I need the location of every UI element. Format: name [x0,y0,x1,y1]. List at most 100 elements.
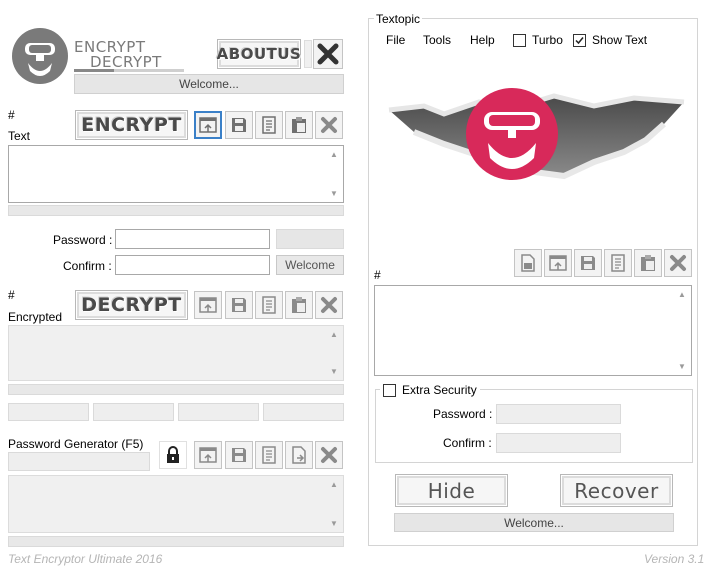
image-file-icon [521,254,535,272]
generator-open-file-button[interactable] [194,441,222,469]
encrypted-scrollbar[interactable]: ▲ ▼ [326,327,342,379]
decrypt-hash-label: # [8,288,15,302]
textopic-welcome-bar: Welcome... [394,513,674,532]
menu-file[interactable]: File [386,33,405,47]
about-us-label: ABOUTUS [216,45,302,63]
torn-paper-mascot-icon [388,88,685,180]
textopic-confirm-input[interactable] [496,433,621,453]
password-generator-label: Password Generator (F5) [8,437,144,451]
clear-icon [321,117,337,133]
encrypted-text-input[interactable]: ▲ ▼ [8,325,344,381]
password-label: Password : [53,233,113,247]
open-file-icon [549,255,567,271]
footer-product-name: Text Encryptor Ultimate 2016 [8,552,163,566]
encrypt-paste-button[interactable] [285,111,313,139]
password-input[interactable] [115,229,270,249]
extra-security-label: Extra Security [402,383,477,397]
decrypt-copy-button[interactable] [255,291,283,319]
open-file-icon [199,117,217,133]
textopic-paste-button[interactable] [634,249,662,277]
save-icon [581,256,595,270]
decrypt-clear-button[interactable] [315,291,343,319]
close-icon [317,43,339,65]
save-icon [232,298,246,312]
encrypt-save-button[interactable] [225,111,253,139]
paste-icon [292,297,306,313]
logo-underline-dark [74,69,114,72]
paste-icon [641,255,655,271]
copy-icon [262,116,276,134]
generator-clear-button[interactable] [315,441,343,469]
save-icon [232,118,246,132]
close-button[interactable] [313,39,343,69]
copy-icon [611,254,625,272]
encrypt-open-file-button[interactable] [194,111,222,139]
text-label: Text [8,129,31,143]
textopic-title: Textopic [374,12,423,26]
textopic-clear-button[interactable] [664,249,692,277]
export-icon [292,446,306,464]
text-scrollbar[interactable]: ▲ ▼ [326,147,342,201]
lock-button[interactable] [159,441,187,469]
textopic-image-button[interactable] [514,249,542,277]
generator-output[interactable]: ▲ ▼ [8,475,344,533]
textopic-open-file-button[interactable] [544,249,572,277]
encrypt-label: ENCRYPT [81,114,182,136]
textopic-confirm-label: Confirm : [443,436,492,450]
welcome-button[interactable]: Welcome [276,255,344,275]
textopic-welcome-text: Welcome... [504,515,564,530]
hash-field-3 [178,403,259,421]
decrypt-paste-button[interactable] [285,291,313,319]
mascot-logo-icon [12,28,68,84]
generator-scrollbar[interactable]: ▲ ▼ [326,477,342,531]
save-icon [232,448,246,462]
copy-icon [262,446,276,464]
divider-bar [304,40,312,68]
hash-field-1 [8,403,89,421]
encrypted-label: Encrypted [8,310,63,324]
decrypt-open-file-button[interactable] [194,291,222,319]
copy-icon [262,296,276,314]
decrypt-button[interactable]: DECRYPT [75,290,188,320]
turbo-checkbox-box[interactable] [513,33,526,47]
turbo-checkbox[interactable]: Turbo [513,33,563,47]
textopic-password-input[interactable] [496,404,621,424]
decrypt-save-button[interactable] [225,291,253,319]
hide-label: Hide [427,478,476,503]
show-text-checkbox-box[interactable] [573,33,586,47]
textopic-hash-label: # [374,268,381,282]
show-text-checkbox[interactable]: Show Text [573,33,647,47]
checkmark-icon [575,36,584,44]
hide-button[interactable]: Hide [395,474,508,507]
textopic-save-button[interactable] [574,249,602,277]
hash-field-2 [93,403,174,421]
recover-label: Recover [574,478,659,503]
recover-button[interactable]: Recover [560,474,673,507]
plain-text-input[interactable]: ▲ ▼ [8,145,344,203]
menu-tools[interactable]: Tools [423,33,451,47]
textopic-image [384,88,689,188]
paste-icon [292,117,306,133]
clear-icon [321,297,337,313]
generator-save-button[interactable] [225,441,253,469]
generator-progress-bar [8,536,344,547]
textopic-copy-button[interactable] [604,249,632,277]
generator-export-button[interactable] [285,441,313,469]
generated-password-field[interactable] [8,452,150,471]
extra-security-checkbox[interactable]: Extra Security [380,383,480,397]
clear-icon [321,447,337,463]
encrypt-copy-button[interactable] [255,111,283,139]
textopic-scrollbar[interactable]: ▲ ▼ [674,287,690,374]
textopic-text-input[interactable]: ▲ ▼ [374,285,692,376]
encrypt-hash-label: # [8,108,15,122]
confirm-input[interactable] [115,255,270,275]
encrypt-clear-button[interactable] [315,111,343,139]
generator-copy-button[interactable] [255,441,283,469]
welcome-status-text: Welcome... [179,77,239,91]
extra-security-checkbox-box[interactable] [383,383,396,397]
about-us-button[interactable]: ABOUTUS [217,39,301,69]
menu-help[interactable]: Help [470,33,495,47]
encrypted-progress-bar [8,384,344,395]
encrypt-button[interactable]: ENCRYPT [75,110,188,140]
show-text-label: Show Text [592,33,648,47]
